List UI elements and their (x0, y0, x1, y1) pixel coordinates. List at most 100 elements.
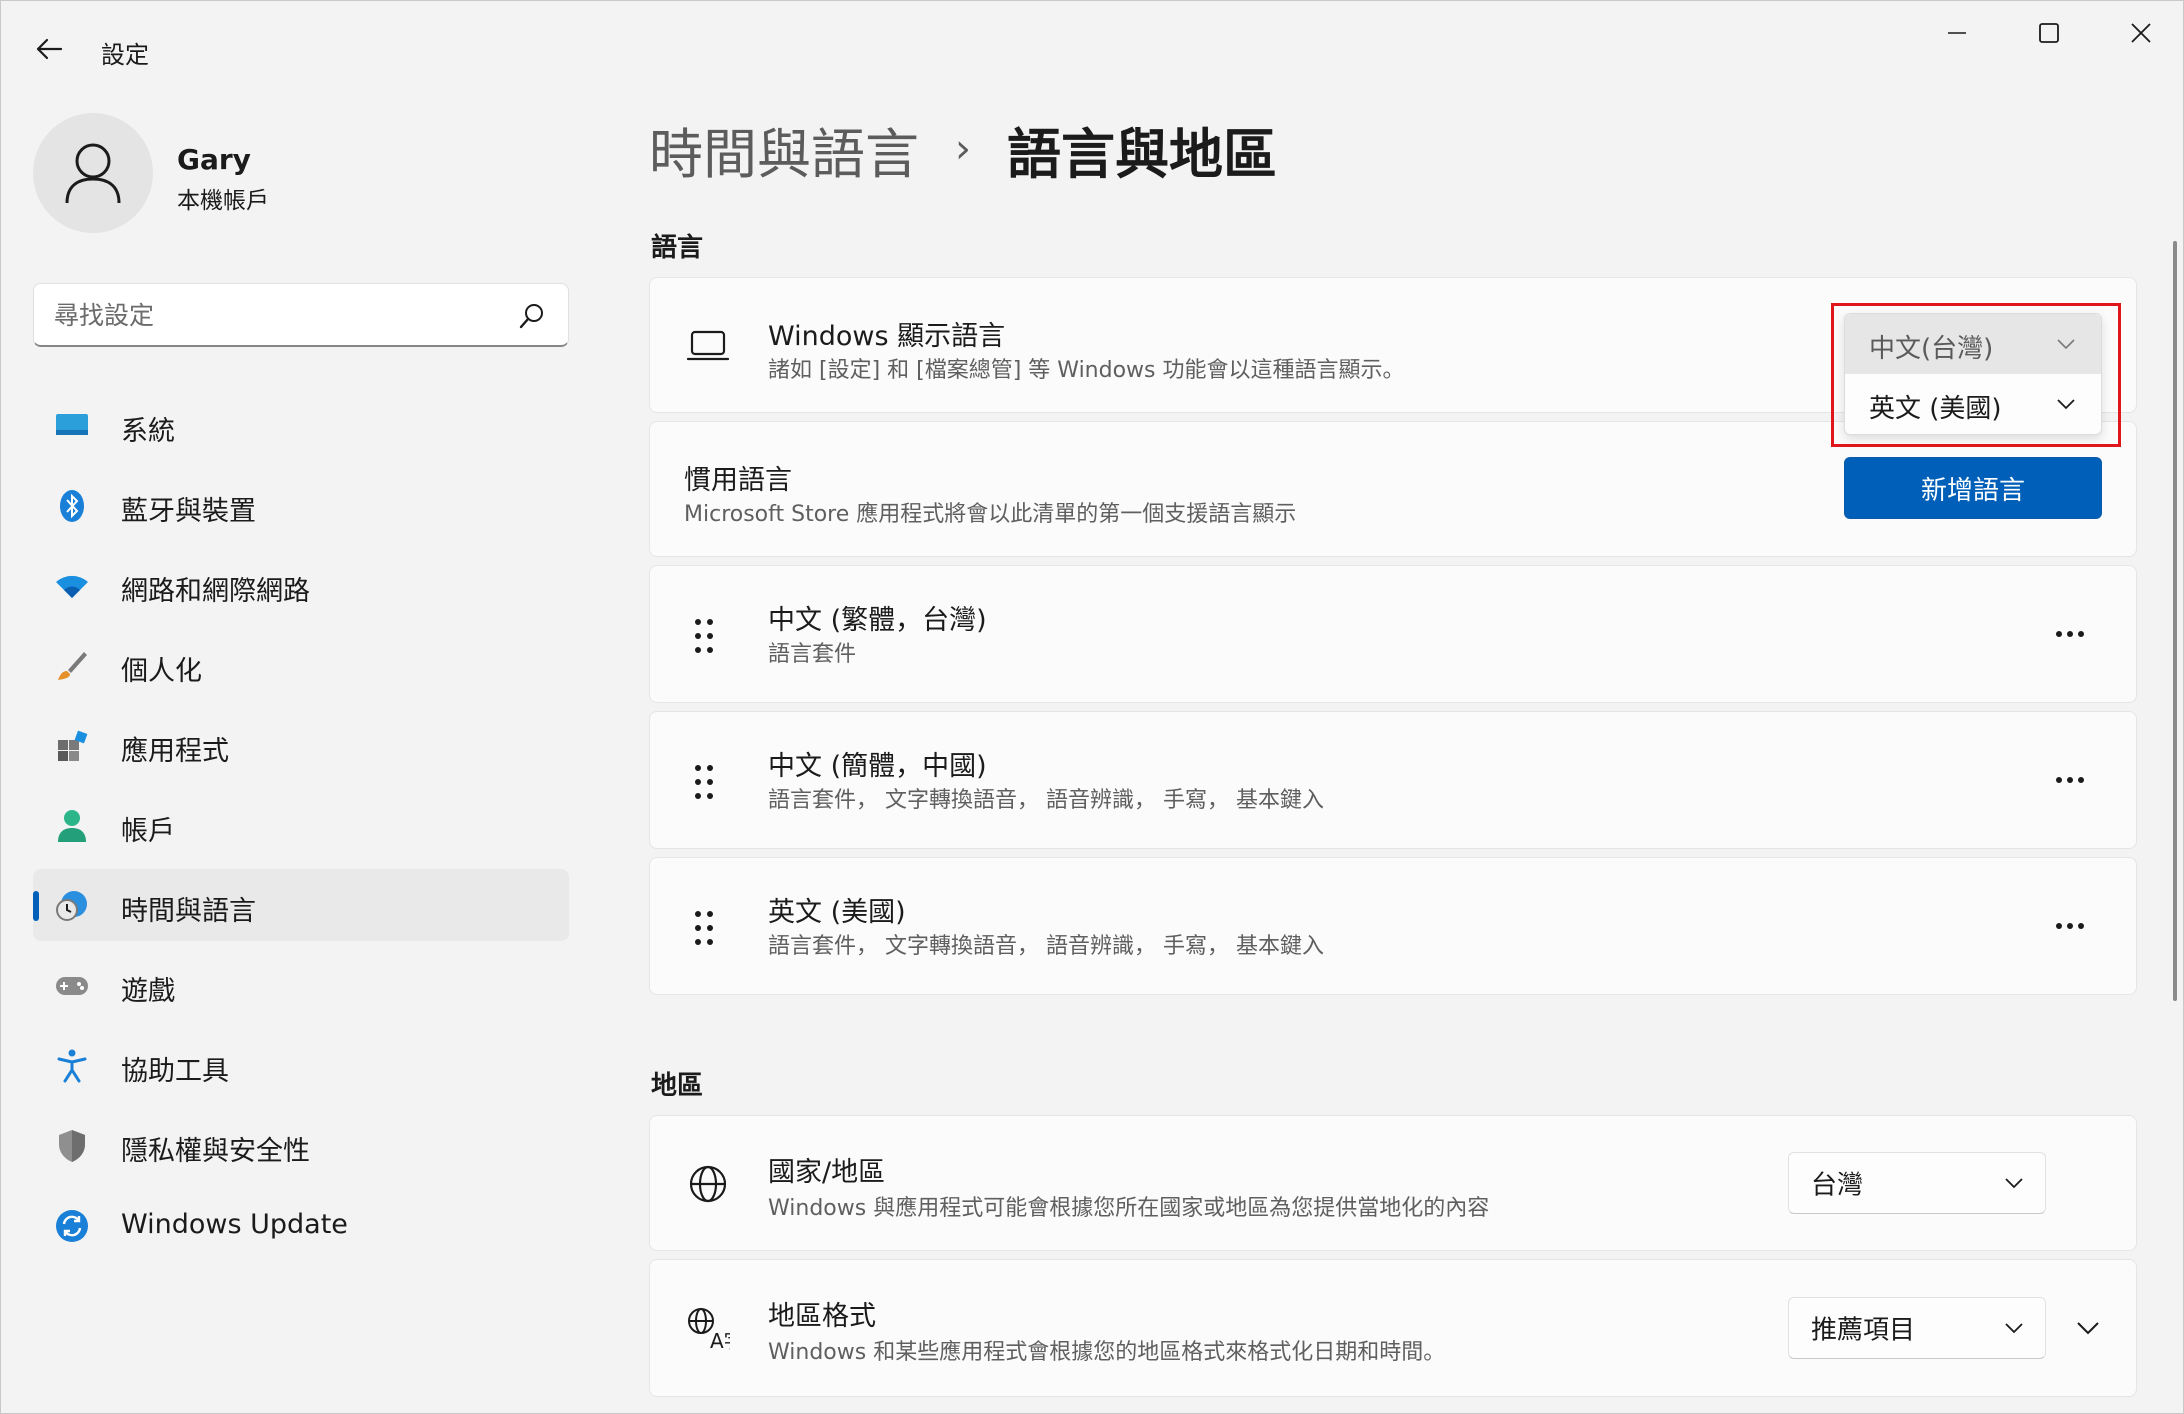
sidebar-item-apps[interactable]: 應用程式 (33, 709, 569, 781)
close-button[interactable] (2095, 1, 2184, 65)
back-arrow-icon (36, 38, 63, 60)
sidebar-item-accessibility[interactable]: 協助工具 (33, 1029, 569, 1101)
scrollbar[interactable] (2173, 241, 2177, 1001)
regional-format-description: Windows 和某些應用程式會根據您的地區格式來格式化日期和時間。 (768, 1340, 1446, 1365)
add-language-button[interactable]: 新增語言 (1844, 457, 2102, 519)
section-title-language: 語言 (651, 233, 704, 263)
apps-icon (55, 729, 89, 763)
sidebar-item-label: 協助工具 (121, 1056, 229, 1087)
shield-icon (55, 1129, 89, 1163)
update-icon (55, 1209, 89, 1243)
sidebar-item-label: 應用程式 (121, 736, 229, 767)
breadcrumb-separator: › (955, 126, 971, 172)
breadcrumb: 時間與語言 › 語言與地區 (649, 109, 1277, 189)
maximize-icon (2039, 23, 2059, 43)
sidebar-item-bluetooth[interactable]: 藍牙與裝置 (33, 469, 569, 541)
back-button[interactable] (23, 25, 75, 73)
regional-format-title: 地區格式 (768, 1301, 876, 1332)
more-icon (2056, 777, 2084, 783)
sidebar-item-label: 網路和網際網路 (121, 576, 310, 607)
search-box[interactable] (33, 283, 569, 347)
country-region-dropdown[interactable]: 台灣 (1788, 1152, 2046, 1214)
country-region-value: 台灣 (1811, 1170, 1864, 1201)
title-bar: 設定 (1, 1, 2184, 91)
wifi-icon (55, 569, 89, 603)
more-options-button[interactable] (2050, 614, 2090, 654)
globe-icon (686, 1162, 730, 1206)
chevron-down-icon (2005, 1323, 2023, 1334)
sidebar-item-label: 遊戲 (121, 976, 175, 1007)
laptop-icon (686, 324, 730, 368)
search-input[interactable] (54, 296, 494, 334)
page-title: 語言與地區 (1007, 122, 1277, 186)
country-region-title: 國家/地區 (768, 1157, 886, 1188)
country-region-description: Windows 與應用程式可能會根據您所在國家或地區為您提供當地化的內容 (768, 1196, 1490, 1221)
system-icon (55, 409, 89, 443)
time-language-icon (55, 889, 89, 923)
language-name: 英文 (美國) (768, 897, 906, 928)
sidebar-item-gaming[interactable]: 遊戲 (33, 949, 569, 1021)
sidebar-nav: 系統 藍牙與裝置 網路和網際網路 個人化 應用程式 帳戶 時間與語言 遊戲 協助… (33, 389, 569, 1269)
sidebar-item-label: 藍牙與裝置 (121, 496, 256, 527)
minimize-icon (1948, 32, 1966, 34)
account-icon (55, 809, 89, 843)
maximize-button[interactable] (2003, 1, 2095, 65)
search-icon[interactable] (518, 302, 546, 330)
sidebar-item-privacy[interactable]: 隱私權與安全性 (33, 1109, 569, 1181)
user-profile[interactable]: Gary 本機帳戶 (33, 113, 573, 235)
breadcrumb-parent[interactable]: 時間與語言 (649, 110, 919, 189)
display-language-title: Windows 顯示語言 (768, 321, 1006, 352)
sidebar-item-label: Windows Update (121, 1209, 348, 1240)
regional-format-dropdown[interactable]: 推薦項目 (1788, 1297, 2046, 1359)
gamepad-icon (55, 969, 89, 1003)
display-language-description: 諸如 [設定] 和 [檔案總管] 等 Windows 功能會以這種語言顯示。 (768, 358, 1405, 383)
more-icon (2056, 631, 2084, 637)
language-features: 語言套件 (768, 642, 857, 667)
sidebar-item-label: 系統 (121, 416, 175, 447)
sidebar-item-time-language[interactable]: 時間與語言 (33, 869, 569, 941)
more-options-button[interactable] (2050, 906, 2090, 946)
section-title-region: 地區 (651, 1071, 704, 1101)
language-row: 英文 (美國) 語言套件， 文字轉換語音， 語音辨識， 手寫， 基本鍵入 (649, 857, 2137, 995)
preferred-languages-title: 慣用語言 (684, 465, 792, 496)
bluetooth-icon (55, 489, 89, 523)
sidebar-item-personalization[interactable]: 個人化 (33, 629, 569, 701)
sidebar-item-label: 個人化 (121, 656, 202, 687)
preferred-languages-description: Microsoft Store 應用程式將會以此清單的第一個支援語言顯示 (684, 502, 1297, 527)
sidebar-item-label: 時間與語言 (121, 896, 256, 927)
sidebar-item-network[interactable]: 網路和網際網路 (33, 549, 569, 621)
regional-format-icon: A字 (686, 1306, 730, 1350)
drag-handle-icon[interactable] (690, 762, 718, 802)
more-icon (2056, 923, 2084, 929)
profile-name: Gary (177, 143, 251, 176)
language-features: 語言套件， 文字轉換語音， 語音辨識， 手寫， 基本鍵入 (768, 788, 1324, 813)
language-features: 語言套件， 文字轉換語音， 語音辨識， 手寫， 基本鍵入 (768, 934, 1324, 959)
regional-format-value: 推薦項目 (1811, 1315, 1916, 1346)
sidebar-item-system[interactable]: 系統 (33, 389, 569, 461)
brush-icon (55, 649, 89, 683)
sidebar-item-label: 帳戶 (121, 816, 175, 847)
expand-button[interactable] (2070, 1310, 2106, 1346)
annotation-highlight-box (1831, 303, 2121, 447)
more-options-button[interactable] (2050, 760, 2090, 800)
sidebar-item-accounts[interactable]: 帳戶 (33, 789, 569, 861)
settings-window: 設定 Gary 本機帳戶 尋找設定 系統 藍牙與裝置 網路和網際網路 個人化 應… (0, 0, 2184, 1414)
language-name: 中文 (簡體，中國) (768, 751, 987, 782)
drag-handle-icon[interactable] (690, 908, 718, 948)
svg-text:A字: A字 (710, 1329, 730, 1350)
profile-account-type: 本機帳戶 (177, 188, 269, 214)
minimize-button[interactable] (1911, 1, 2003, 65)
close-icon (2131, 23, 2151, 43)
person-icon (65, 143, 121, 204)
sidebar-item-label: 隱私權與安全性 (121, 1136, 310, 1167)
app-title: 設定 (101, 41, 149, 69)
drag-handle-icon[interactable] (690, 616, 718, 656)
language-row: 中文 (簡體，中國) 語言套件， 文字轉換語音， 語音辨識， 手寫， 基本鍵入 (649, 711, 2137, 849)
chevron-down-icon (2005, 1178, 2023, 1189)
chevron-down-icon (2077, 1322, 2099, 1335)
avatar (33, 113, 153, 233)
sidebar-item-windows-update[interactable]: Windows Update (33, 1189, 569, 1261)
language-row: 中文 (繁體，台灣) 語言套件 (649, 565, 2137, 703)
language-name: 中文 (繁體，台灣) (768, 605, 987, 636)
accessibility-icon (55, 1049, 89, 1083)
